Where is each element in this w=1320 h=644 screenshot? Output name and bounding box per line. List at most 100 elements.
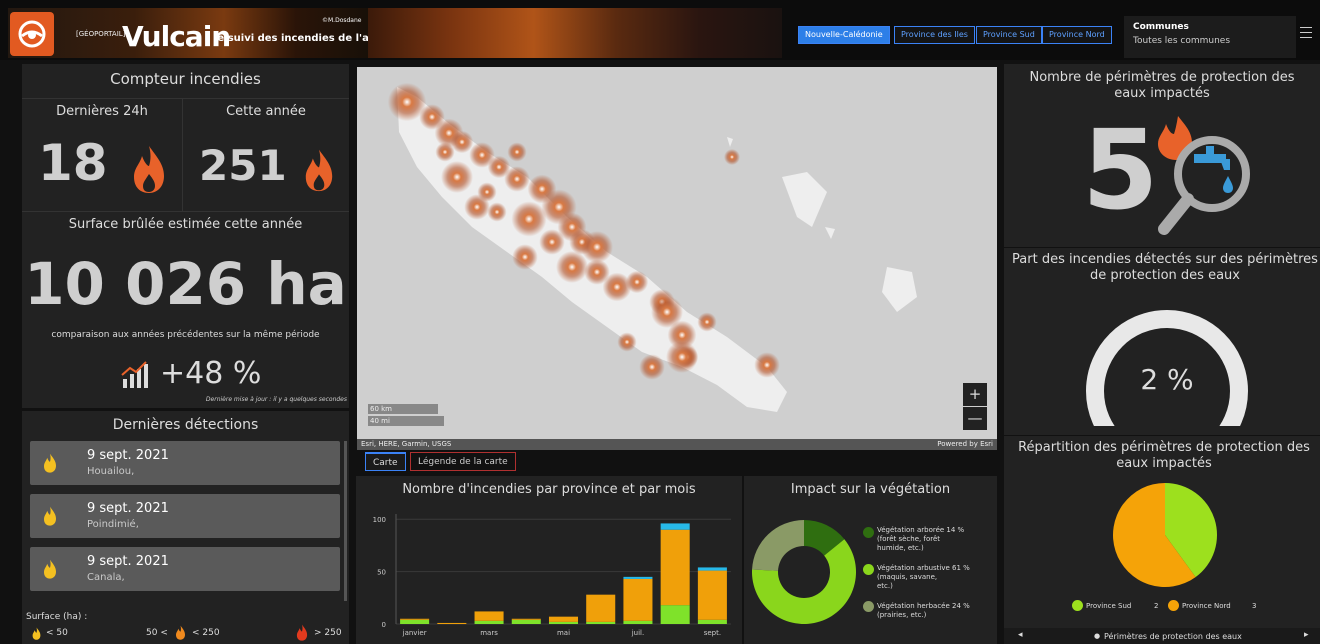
map-view[interactable] [357, 67, 997, 450]
update-note: Dernière mise à jour : il y a quelques s… [205, 396, 347, 403]
year-label: Cette année [226, 104, 306, 119]
hamburger-menu-icon[interactable] [1300, 27, 1312, 42]
header: [GÉOPORTAIL] Vulcain le suivi des incend… [0, 0, 1320, 60]
commune-value: Toutes les communes [1133, 36, 1231, 46]
vulcain-logo-icon[interactable] [10, 12, 54, 56]
comparison-label: comparaison aux années précédentes sur l… [51, 330, 320, 340]
scale-km: 60 km [368, 404, 438, 414]
fire-hotspot[interactable] [617, 332, 637, 352]
province-chart-title: Nombre d'incendies par province et par m… [402, 482, 696, 497]
province-button-nouvelle-caledonie[interactable]: Nouvelle-Calédonie [798, 26, 890, 44]
bar-segment[interactable] [474, 620, 504, 624]
tab-legende[interactable]: Légende de la carte [410, 452, 516, 471]
perimetres-footer-label[interactable]: Périmètres de protection des eaux [1104, 632, 1242, 641]
bar-segment[interactable] [400, 619, 430, 624]
perimetres-count-panel: Nombre de périmètres de protection des e… [1004, 64, 1320, 247]
bar-segment[interactable] [660, 529, 690, 606]
bar-segment[interactable] [623, 578, 653, 621]
province-button-iles[interactable]: Province des Iles [894, 26, 975, 44]
bar-segment[interactable] [623, 620, 653, 624]
prev-arrow-icon[interactable]: ◂ [1018, 630, 1023, 640]
legend-sud-label: Province Sud [1086, 602, 1132, 610]
legend-swatch-herbacee [863, 601, 874, 612]
fire-hotspot[interactable] [697, 312, 717, 332]
bar-segment[interactable] [660, 605, 690, 624]
bar-segment[interactable] [474, 611, 504, 621]
fire-hotspot[interactable] [724, 149, 740, 165]
detection-item[interactable]: 9 sept. 2021 Canala, [30, 547, 340, 591]
detection-item[interactable]: 9 sept. 2021 Houailou, [30, 441, 340, 485]
bar-segment[interactable] [586, 594, 616, 622]
footer-dot-icon: ● [1094, 632, 1101, 640]
province-button-sud[interactable]: Province Sud [976, 26, 1042, 44]
x-tick-label: janvier [402, 629, 427, 637]
next-arrow-icon[interactable]: ▸ [1304, 630, 1309, 640]
zoom-out-button[interactable]: — [963, 407, 987, 430]
legend-swatch-nord [1168, 600, 1179, 611]
bar-segment[interactable] [586, 621, 616, 624]
detection-place: Canala, [87, 572, 125, 583]
repartition-title: Répartition des périmètres de protection… [1018, 440, 1310, 471]
fire-hotspot[interactable] [477, 182, 497, 202]
legend-arbustive: Végétation arbustive 61 % (maquis, savane… [877, 564, 970, 590]
repartition-pie-chart [1113, 483, 1217, 587]
fire-hotspot[interactable] [539, 229, 565, 255]
fire-hotspot[interactable] [507, 142, 527, 162]
bar-segment[interactable] [697, 567, 727, 571]
scrollbar[interactable] [344, 441, 347, 601]
fire-hotspot[interactable] [581, 231, 613, 263]
flame-icon [134, 146, 164, 193]
fire-hotspot[interactable] [487, 202, 507, 222]
fire-hotspot[interactable] [435, 142, 455, 162]
fire-hotspot[interactable] [511, 201, 547, 237]
new-caledonia-map[interactable] [357, 67, 997, 450]
flame-icon [44, 506, 56, 526]
bar-segment[interactable] [511, 619, 541, 624]
flame-large-icon [296, 624, 308, 641]
fire-hotspot[interactable] [639, 354, 665, 380]
bar-segment[interactable] [623, 576, 653, 579]
fire-banner-image [368, 8, 782, 58]
detection-place: Poindimié, [87, 519, 139, 530]
perimetres-footer-bar: ◂ ● Périmètres de protection des eaux ▸ [1004, 628, 1320, 644]
legend-swatch-sud [1072, 600, 1083, 611]
fire-hotspot[interactable] [625, 270, 649, 294]
powered-by[interactable]: Powered by Esri [937, 439, 993, 450]
bar-segment[interactable] [437, 622, 467, 624]
legend-herbacee: Végétation herbacée 24 % (prairies, etc.) [877, 602, 970, 619]
detection-item[interactable]: 9 sept. 2021 Poindimié, [30, 494, 340, 538]
perimetres-value: 5 [1082, 106, 1159, 234]
fire-hotspot[interactable] [754, 352, 780, 378]
pie-slice[interactable] [752, 520, 804, 571]
fire-hotspot[interactable] [512, 244, 538, 270]
y-tick-label: 0 [382, 621, 386, 629]
bar-segment[interactable] [660, 523, 690, 530]
fire-hotspot[interactable] [556, 251, 588, 283]
detections-title: Dernières détections [112, 417, 259, 433]
scale-mi: 40 mi [368, 416, 444, 426]
comparison-value: +48 % [160, 356, 262, 391]
bar-segment[interactable] [548, 621, 579, 624]
bar-segment[interactable] [400, 618, 430, 620]
legend-swatch-arboree [863, 527, 874, 538]
flame-icon [305, 149, 333, 192]
commune-selector[interactable]: Communes Toutes les communes [1124, 16, 1296, 58]
bar-segment[interactable] [697, 570, 727, 620]
detection-date: 9 sept. 2021 [87, 501, 169, 516]
fire-hotspot[interactable] [666, 341, 698, 373]
detection-date: 9 sept. 2021 [87, 554, 169, 569]
part-title: Part des incendies détectés sur des péri… [1012, 252, 1318, 283]
bar-segment[interactable] [548, 616, 579, 622]
zoom-in-button[interactable]: + [963, 383, 987, 406]
fire-hotspot[interactable] [441, 161, 473, 193]
province-button-nord[interactable]: Province Nord [1042, 26, 1112, 44]
bar-segment[interactable] [697, 619, 727, 624]
fire-hotspot[interactable] [504, 166, 530, 192]
surface-legend-mid-low: 50 < [146, 628, 168, 638]
bar-segment[interactable] [511, 618, 541, 620]
commune-title: Communes [1133, 22, 1189, 32]
surface-value: 10 026 ha [24, 250, 347, 318]
tab-carte[interactable]: Carte [365, 452, 406, 471]
flame-icon [44, 559, 56, 579]
surface-label: Surface brûlée estimée cette année [68, 217, 303, 232]
